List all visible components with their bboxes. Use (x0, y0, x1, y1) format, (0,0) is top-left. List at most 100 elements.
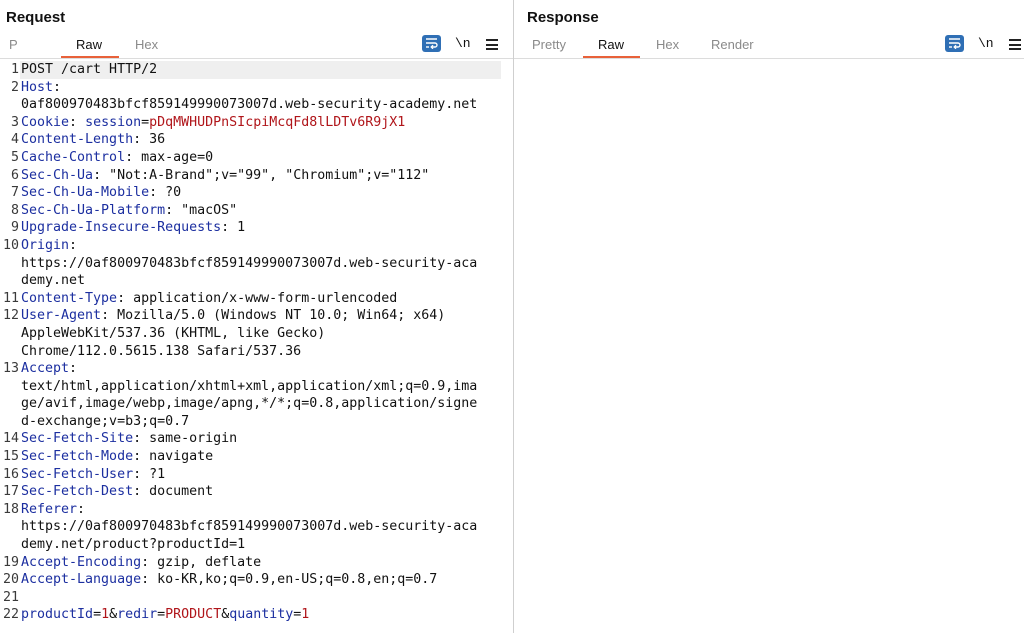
request-editor[interactable]: 1 POST /cart HTTP/2 2 Host: 0af800970483bfcf… (0, 61, 513, 633)
line-number: 13 (2, 361, 19, 377)
response-wrap-lines-button[interactable] (945, 35, 964, 52)
line-content: Chrome/112.0.5615.138 Safari/537.36 (20, 343, 501, 361)
text-segment: text/html,application/xhtml+xml,applicat… (21, 378, 478, 394)
editor-line[interactable]: 0af800970483bfcf859149990073007d.web-sec… (0, 96, 513, 114)
response-editor[interactable] (514, 61, 1024, 633)
line-number: 22 (2, 607, 19, 623)
editor-line[interactable]: d-exchange;v=b3;q=0.7 (0, 413, 513, 431)
line-number: 1 (10, 62, 19, 77)
editor-line[interactable]: 4 Content-Length: 36 (0, 131, 513, 149)
editor-line[interactable]: demy.net (0, 272, 513, 290)
request-menu-icon[interactable] (486, 39, 498, 50)
response-tab-hex[interactable]: Hex (656, 37, 679, 52)
field-name: Accept (21, 361, 70, 377)
editor-line[interactable]: 5 Cache-Control: max-age=0 (0, 149, 513, 167)
editor-line[interactable]: 20 Accept-Language: ko-KR,ko;q=0.9,en-US;… (0, 571, 513, 589)
editor-line[interactable]: text/html,application/xhtml+xml,applicat… (0, 378, 513, 396)
editor-line[interactable]: 12 User-Agent: Mozilla/5.0 (Windows NT 10… (0, 307, 513, 325)
text-segment: : application/x-www-form-urlencoded (117, 290, 398, 306)
response-tab-pretty[interactable]: Pretty (532, 37, 566, 52)
line-content: Sec-Ch-Ua-Platform: "macOS" (20, 202, 501, 220)
field-name: Cookie (21, 114, 70, 130)
field-name: Accept-Language (21, 572, 142, 588)
editor-line[interactable]: 17 Sec-Fetch-Dest: document (0, 483, 513, 501)
line-number (0, 255, 20, 273)
response-show-newlines-button[interactable]: \n (978, 36, 994, 51)
line-number: 4 (10, 132, 19, 148)
response-tab-render[interactable]: Render (711, 37, 754, 52)
line-content: Origin: (20, 237, 501, 255)
line-number (0, 413, 20, 431)
line-number: 19 (2, 554, 19, 570)
field-name: Host (21, 79, 54, 95)
response-menu-icon[interactable] (1009, 39, 1021, 50)
editor-line[interactable]: Chrome/112.0.5615.138 Safari/537.36 (0, 343, 513, 361)
line-number (0, 518, 20, 536)
line-content: Sec-Fetch-Mode: navigate (20, 448, 501, 466)
line-content: Sec-Ch-Ua: "Not:A-Brand";v="99", "Chromi… (20, 167, 501, 185)
editor-line[interactable]: AppleWebKit/537.36 (KHTML, like Gecko) (0, 325, 513, 343)
request-tab-hex[interactable]: Hex (135, 37, 158, 52)
text-segment: : (53, 79, 62, 95)
editor-line[interactable]: 10 Origin: (0, 237, 513, 255)
editor-line[interactable]: 2 Host: (0, 79, 513, 97)
response-tab-underline (583, 56, 640, 58)
field-name: Sec-Fetch-Site (21, 431, 134, 447)
request-show-newlines-button[interactable]: \n (455, 36, 471, 51)
editor-line[interactable]: 7 Sec-Ch-Ua-Mobile: ?0 (0, 184, 513, 202)
line-content: ​ (20, 589, 501, 607)
request-tab-pretty[interactable]: P (9, 37, 19, 52)
editor-line[interactable]: 11 Content-Type: application/x-www-form-u… (0, 290, 513, 308)
editor-line[interactable]: 19 Accept-Encoding: gzip, deflate (0, 554, 513, 572)
editor-line[interactable]: https://0af800970483bfcf859149990073007d… (0, 255, 513, 273)
line-content: text/html,application/xhtml+xml,applicat… (20, 378, 501, 396)
editor-line[interactable]: https://0af800970483bfcf859149990073007d… (0, 518, 513, 536)
text-segment: : (69, 361, 78, 377)
line-content: Sec-Fetch-User: ?1 (20, 466, 501, 484)
field-name: Cache-Control (21, 149, 126, 165)
editor-line[interactable]: 21​ (0, 589, 513, 607)
editor-line[interactable]: 22 productId=1&redir=PRODUCT&quantity=1 (0, 606, 513, 624)
text-segment: : (69, 114, 86, 130)
line-number: 15 (2, 449, 19, 465)
line-content: Upgrade-Insecure-Requests: 1 (20, 219, 501, 237)
editor-line[interactable]: 16 Sec-Fetch-User: ?1 (0, 466, 513, 484)
request-tab-raw[interactable]: Raw (76, 37, 102, 52)
line-content: demy.net (20, 272, 501, 290)
line-number: 8 (10, 202, 19, 218)
editor-line[interactable]: 9 Upgrade-Insecure-Requests: 1 (0, 219, 513, 237)
field-name: Sec-Fetch-Mode (21, 449, 134, 465)
field-value: pDqMWHUDPnSIcpiMcqFd8lLDTv6R9jX1 (149, 114, 406, 130)
editor-line[interactable]: 3 Cookie: session=pDqMWHUDPnSIcpiMcqFd8lL… (0, 114, 513, 132)
editor-line[interactable]: demy.net/product?productId=1 (0, 536, 513, 554)
field-value: PRODUCT (165, 607, 222, 623)
editor-line[interactable]: 13 Accept: (0, 360, 513, 378)
request-tab-underline (61, 56, 119, 58)
response-title: Response (527, 9, 599, 26)
text-segment: : "macOS" (165, 202, 238, 218)
text-segment: : max-age=0 (125, 149, 214, 165)
editor-line[interactable]: 1 POST /cart HTTP/2 (0, 61, 513, 79)
response-pane: Response Pretty Raw Hex Render \n (514, 0, 1024, 633)
line-number: 21 (2, 589, 19, 605)
line-content: Accept-Language: ko-KR,ko;q=0.9,en-US;q=… (20, 571, 501, 589)
line-content: Host: (20, 79, 501, 97)
request-wrap-lines-button[interactable] (422, 35, 441, 52)
text-segment: ge/avif,image/webp,image/apng,*/*;q=0.8,… (21, 396, 478, 412)
field-name: Upgrade-Insecure-Requests (21, 220, 222, 236)
line-number: 16 (2, 466, 19, 482)
editor-line[interactable]: 14 Sec-Fetch-Site: same-origin (0, 430, 513, 448)
text-segment: = (157, 607, 166, 623)
line-number (0, 96, 20, 114)
line-content: https://0af800970483bfcf859149990073007d… (20, 518, 501, 536)
editor-line[interactable]: 8 Sec-Ch-Ua-Platform: "macOS" (0, 202, 513, 220)
editor-line[interactable]: 18 Referer: (0, 501, 513, 519)
text-segment: : 36 (133, 132, 166, 148)
line-content: POST /cart HTTP/2 (20, 61, 501, 79)
text-segment: 0af800970483bfcf859149990073007d.web-sec… (21, 97, 478, 113)
editor-line[interactable]: 6 Sec-Ch-Ua: "Not:A-Brand";v="99", "Chrom… (0, 167, 513, 185)
editor-line[interactable]: ge/avif,image/webp,image/apng,*/*;q=0.8,… (0, 395, 513, 413)
response-tab-raw[interactable]: Raw (598, 37, 624, 52)
editor-line[interactable]: 15 Sec-Fetch-Mode: navigate (0, 448, 513, 466)
text-segment: & (109, 607, 118, 623)
